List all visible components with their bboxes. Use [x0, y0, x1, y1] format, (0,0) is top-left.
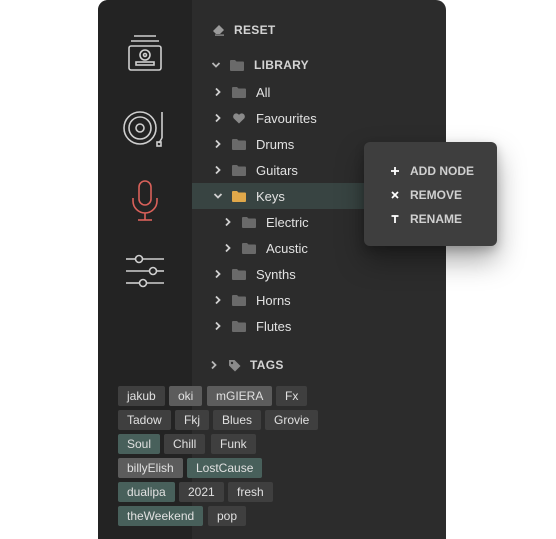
tree-item-horns[interactable]: Horns [192, 287, 446, 313]
tree-item-all[interactable]: All [192, 79, 446, 105]
folder-icon [232, 86, 246, 98]
heart-icon [233, 112, 245, 124]
media-library-icon [128, 35, 162, 71]
tree-item-favourites[interactable]: Favourites [192, 105, 446, 131]
tree-item-label: Drums [256, 136, 295, 152]
tag-chip[interactable]: billyElish [118, 458, 183, 478]
folder-icon [230, 59, 244, 71]
chevron-down-icon [211, 62, 221, 68]
close-icon [391, 191, 399, 199]
menu-item-rename[interactable]: RENAME [390, 211, 462, 227]
folder-icon [242, 216, 256, 228]
tag-chip[interactable]: pop [208, 506, 247, 526]
tag-chip[interactable]: Fkj [175, 410, 209, 430]
tag-chip[interactable]: Blues [213, 410, 262, 430]
chevron-right-icon [215, 295, 221, 305]
menu-item-label: RENAME [410, 212, 463, 226]
menu-item-remove[interactable]: REMOVE [390, 187, 462, 203]
folder-icon [232, 138, 246, 150]
tag-chip[interactable]: Funk [211, 434, 256, 454]
tag-icon [229, 359, 241, 371]
menu-item-label: ADD NODE [410, 164, 475, 178]
tag-chip[interactable]: LostCause [187, 458, 263, 478]
tree-item-label: Favourites [256, 110, 317, 126]
rail-library-button[interactable] [120, 28, 170, 78]
menu-item-add-node[interactable]: ADD NODE [390, 163, 474, 179]
library-header[interactable]: LIBRARY [192, 52, 446, 78]
rail-sliders-button[interactable] [120, 246, 170, 296]
tree-item-label: Acustic [266, 240, 308, 256]
chevron-down-icon [213, 193, 223, 199]
tag-chip[interactable]: Grovie [265, 410, 319, 430]
tree-item-label: Keys [256, 188, 285, 204]
tag-chip[interactable]: 2021 [179, 482, 224, 502]
folder-open-icon [232, 190, 246, 202]
folder-icon [232, 268, 246, 280]
folder-icon [232, 294, 246, 306]
tree-item-label: Flutes [256, 318, 292, 334]
text-cursor-icon [391, 215, 399, 223]
tag-chip[interactable]: dualipa [118, 482, 175, 502]
folder-icon [242, 242, 256, 254]
tags-header[interactable]: TAGS [192, 352, 446, 378]
microphone-icon [132, 180, 158, 221]
chevron-right-icon [215, 113, 221, 123]
chevron-right-icon [211, 360, 217, 370]
reset-label: RESET [234, 23, 276, 37]
plus-icon [391, 167, 399, 175]
chevron-right-icon [215, 165, 221, 175]
tags-label: TAGS [250, 358, 284, 372]
rail-microphone-button[interactable] [120, 176, 170, 226]
tag-chip[interactable]: Chill [164, 434, 206, 454]
tree-item-label: Horns [256, 292, 291, 308]
tag-chip[interactable]: Fx [276, 386, 308, 406]
tag-chip[interactable]: mGIERA [207, 386, 273, 406]
tag-chip[interactable]: Tadow [118, 410, 171, 430]
sliders-icon [126, 254, 164, 288]
rail-vinyl-button[interactable] [120, 103, 170, 153]
chevron-right-icon [225, 217, 231, 227]
tree-item-label: Synths [256, 266, 296, 282]
tree-item-flutes[interactable]: Flutes [192, 313, 446, 339]
chevron-right-icon [215, 321, 221, 331]
vinyl-record-icon [123, 111, 163, 147]
tree-item-label: Guitars [256, 162, 298, 178]
reset-button[interactable]: RESET [192, 17, 446, 43]
tag-chip[interactable]: fresh [228, 482, 273, 502]
eraser-icon [213, 25, 224, 36]
tree-item-label: All [256, 84, 271, 100]
tree-item-label: Electric [266, 214, 309, 230]
folder-icon [232, 320, 246, 332]
chevron-right-icon [215, 87, 221, 97]
tag-chip[interactable]: oki [169, 386, 203, 406]
tag-chip[interactable]: jakub [118, 386, 165, 406]
menu-item-label: REMOVE [410, 188, 463, 202]
tree-item-synths[interactable]: Synths [192, 261, 446, 287]
folder-icon [232, 164, 246, 176]
tag-chip[interactable]: Soul [118, 434, 161, 454]
chevron-right-icon [215, 269, 221, 279]
chevron-right-icon [215, 139, 221, 149]
chevron-right-icon [225, 243, 231, 253]
library-label: LIBRARY [254, 58, 309, 72]
tag-chip[interactable]: theWeekend [118, 506, 204, 526]
context-menu: ADD NODE REMOVE RENAME [364, 142, 497, 246]
